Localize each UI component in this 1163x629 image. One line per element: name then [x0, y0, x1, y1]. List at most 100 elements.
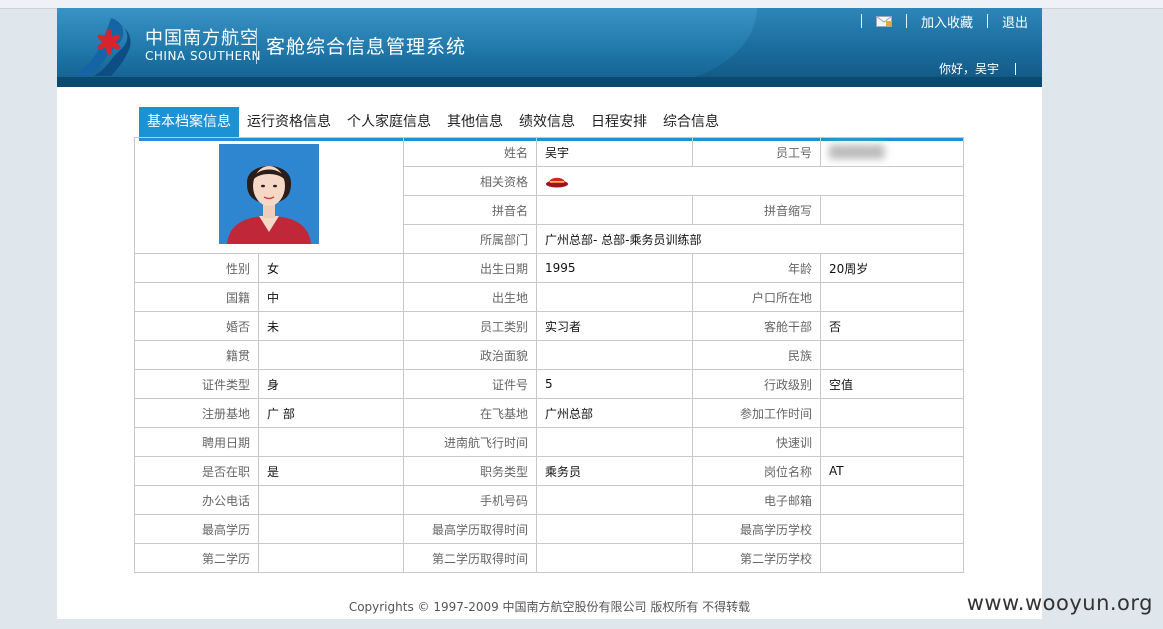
field-label: 聘用日期 [134, 427, 259, 457]
field-value: 广 部 [258, 398, 404, 428]
field-label: 办公电话 [134, 485, 259, 515]
field-value [536, 485, 693, 515]
department-value: 广州总部- 总部-乘务员训练部 [536, 224, 964, 254]
field-value [258, 543, 404, 573]
user-greeting: 你好，吴宇 [939, 60, 1016, 77]
field-value: 未 [258, 311, 404, 341]
field-label: 手机号码 [403, 485, 537, 515]
photo-cell [134, 137, 404, 254]
pinyin-label: 拼音名 [403, 195, 537, 225]
name-label: 姓名 [403, 137, 537, 167]
attendant-hat-icon [546, 178, 568, 188]
field-label: 第二学历取得时间 [403, 543, 537, 573]
field-label: 第二学历 [134, 543, 259, 573]
field-label: 客舱干部 [692, 311, 821, 341]
field-value: 1995 [536, 253, 693, 283]
field-value: 身 [258, 369, 404, 399]
field-label: 民族 [692, 340, 821, 370]
logo-chinese-text: 中国南方航空 [145, 28, 259, 49]
qualification-label: 相关资格 [403, 166, 537, 196]
field-label: 参加工作时间 [692, 398, 821, 428]
table-row: 姓名 吴宇 员工号 ██████ [134, 137, 964, 254]
field-value: 是 [258, 456, 404, 486]
field-label: 行政级别 [692, 369, 821, 399]
logout-link[interactable]: 退出 [1002, 12, 1028, 31]
link-separator [860, 14, 862, 28]
pinyin-abbr-label: 拼音缩写 [692, 195, 821, 225]
field-value: 女 [258, 253, 404, 283]
tab-operation-qualification[interactable]: 运行资格信息 [239, 107, 339, 137]
redacted-block: ██████ [829, 145, 885, 159]
name-value: 吴宇 [536, 137, 693, 167]
table-row: 聘用日期 进南航飞行时间 快速训 [134, 427, 964, 457]
field-value [536, 340, 693, 370]
field-label: 第二学历学校 [692, 543, 821, 573]
table-row: 性别女出生日期 1995 年龄 20周岁 [134, 253, 964, 283]
field-value: 广州总部 [536, 398, 693, 428]
field-label: 电子邮箱 [692, 485, 821, 515]
top-links: 加入收藏 退出 [847, 12, 1028, 31]
table-row: 办公电话 手机号码 电子邮箱 [134, 485, 964, 515]
tab-other-info[interactable]: 其他信息 [439, 107, 511, 137]
field-value: 乘务员 [536, 456, 693, 486]
tab-family-info[interactable]: 个人家庭信息 [339, 107, 439, 137]
table-row: 国籍中出生地 户口所在地 [134, 282, 964, 312]
table-row: 是否在职是职务类型 乘务员 岗位名称 AT [134, 456, 964, 486]
field-label: 出生地 [403, 282, 537, 312]
tab-comprehensive[interactable]: 综合信息 [655, 107, 727, 137]
field-value [820, 514, 964, 544]
field-label: 证件类型 [134, 369, 259, 399]
field-label: 国籍 [134, 282, 259, 312]
field-value [258, 340, 404, 370]
qualification-value [536, 166, 964, 196]
greeting-text: 你好，吴宇 [938, 62, 999, 76]
field-label: 出生日期 [403, 253, 537, 283]
add-favorite-link[interactable]: 加入收藏 [921, 12, 973, 31]
field-label: 籍贯 [134, 340, 259, 370]
field-label: 证件号 [403, 369, 537, 399]
mail-icon[interactable] [875, 15, 892, 27]
system-title: 客舱综合信息管理系统 [266, 36, 467, 58]
field-label: 政治面貌 [403, 340, 537, 370]
table-row: 籍贯 政治面貌 民族 [134, 340, 964, 370]
header-bottom-band [57, 77, 1042, 87]
field-value: 中 [258, 282, 404, 312]
department-label: 所属部门 [403, 224, 537, 254]
field-value [536, 427, 693, 457]
table-row: 证件类型身 证件号 5 行政级别 空值 [134, 369, 964, 399]
field-label: 岗位名称 [692, 456, 821, 486]
field-label: 进南航飞行时间 [403, 427, 537, 457]
field-label: 注册基地 [134, 398, 259, 428]
field-value: 5 [536, 369, 693, 399]
field-value [536, 514, 693, 544]
field-label: 年龄 [692, 253, 821, 283]
field-label: 性别 [134, 253, 259, 283]
greeting-separator [1015, 62, 1016, 75]
field-value [820, 543, 964, 573]
footer-copyright: Copyrights © 1997-2009 中国南方航空股份有限公司 版权所有… [348, 600, 751, 614]
empno-label: 员工号 [692, 137, 821, 167]
tab-performance[interactable]: 绩效信息 [511, 107, 583, 137]
field-label: 是否在职 [134, 456, 259, 486]
field-value [258, 485, 404, 515]
field-value: 空值 [820, 369, 964, 399]
field-value: AT [820, 456, 964, 486]
field-label: 户口所在地 [692, 282, 821, 312]
field-value [820, 427, 964, 457]
field-value [258, 427, 404, 457]
field-value [258, 514, 404, 544]
field-value: 实习者 [536, 311, 693, 341]
field-label: 最高学历学校 [692, 514, 821, 544]
china-southern-logo-icon [73, 18, 131, 76]
field-label: 职务类型 [403, 456, 537, 486]
table-row: 第二学历 第二学历取得时间 第二学历学校 [134, 543, 964, 573]
pinyin-value [536, 195, 693, 225]
field-value [820, 398, 964, 428]
logo-english-text: CHINA SOUTHERN [145, 49, 262, 63]
table-row: 最高学历 最高学历取得时间 最高学历学校 [134, 514, 964, 544]
field-value [820, 282, 964, 312]
field-value [820, 485, 964, 515]
tab-schedule[interactable]: 日程安排 [583, 107, 655, 137]
profile-table: 姓名 吴宇 员工号 ██████ 相关资格 拼音名 拼音缩写 所属部门 广州总部… [134, 137, 964, 573]
tab-basic-profile[interactable]: 基本档案信息 [139, 107, 239, 137]
